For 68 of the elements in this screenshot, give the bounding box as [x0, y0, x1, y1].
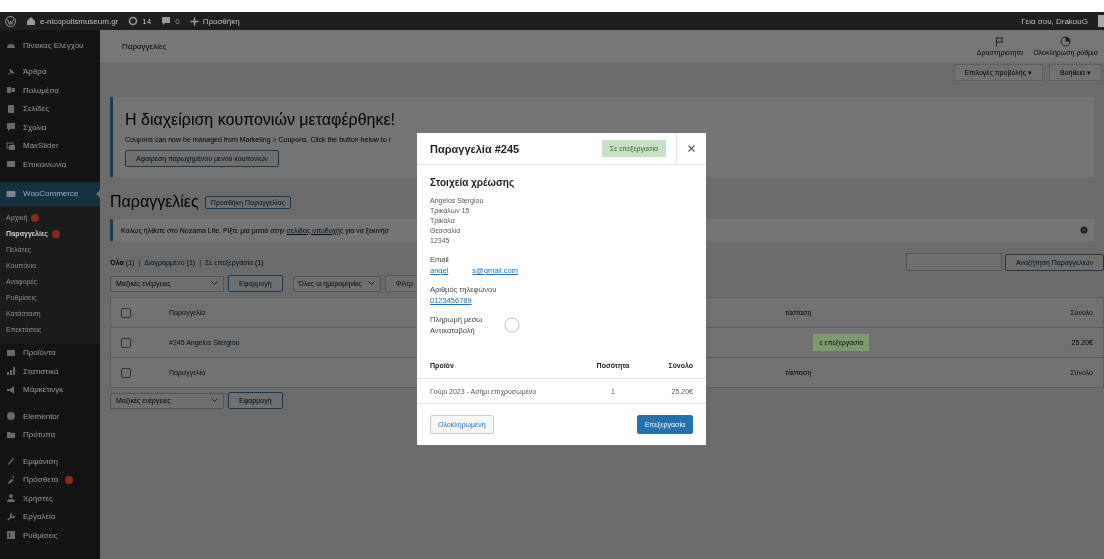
notification-badge: [51, 229, 60, 238]
media-icon: [6, 85, 16, 96]
speech-bubble-icon: [6, 122, 16, 133]
bubble-icon: [6, 188, 16, 199]
sidebar-item[interactable]: Σχόλια: [0, 118, 100, 137]
sidebar-item[interactable]: Πρότυπα: [0, 425, 100, 444]
close-icon: [688, 145, 695, 152]
circle-icon: [504, 317, 521, 333]
plus-icon: [189, 16, 199, 26]
box-icon: [6, 347, 16, 358]
sidebar-item[interactable]: Πίνακας Ελέγχου: [0, 36, 100, 55]
folder-icon: [6, 429, 16, 440]
notification-badge: [65, 475, 74, 484]
user-greeting[interactable]: Γεια σου, DrakouG: [1021, 16, 1088, 26]
site-link[interactable]: e-nicopolismuseum.gr: [26, 16, 119, 26]
updates-count: 14: [142, 16, 152, 26]
notice-heading: Η διαχείριση κουπονιών μεταφέρθηκε!: [125, 111, 395, 129]
sidebar-item[interactable]: Μάρκετινγκ: [0, 380, 100, 399]
sidebar-item[interactable]: Χρήστες: [0, 489, 100, 508]
new-label: Προσθήκη: [202, 16, 240, 26]
sidebar-item[interactable]: Εργαλεία: [0, 507, 100, 526]
site-name: e-nicopolismuseum.gr: [40, 16, 119, 26]
circle-icon: [6, 411, 16, 422]
comments-link[interactable]: 0: [161, 16, 180, 26]
slides-icon: [6, 140, 16, 151]
row-checkbox[interactable]: [121, 307, 131, 318]
new-content-link[interactable]: Προσθήκη: [189, 16, 240, 26]
refresh-icon: [128, 16, 139, 26]
comments-count: 0: [175, 16, 180, 26]
avatar-icon: [1098, 15, 1104, 27]
sidebar-item[interactable]: Πολυμέσα: [0, 81, 100, 100]
chevron-down-icon: [211, 281, 218, 286]
sidebar-item[interactable]: Σελίδες: [0, 99, 100, 118]
chevron-down-icon: [211, 398, 218, 403]
dismiss-icon: [1080, 226, 1088, 234]
plug-icon: [6, 474, 16, 485]
section-heading: Στοιχεία χρέωσης: [430, 177, 516, 188]
flag-icon: [994, 36, 1005, 47]
row-checkbox[interactable]: [121, 367, 131, 378]
updates-link[interactable]: 14: [128, 16, 152, 26]
sidebar-item[interactable]: Εμφάνιση: [0, 452, 100, 471]
page-title: Παραγγελίες: [110, 193, 199, 211]
home-icon: [26, 16, 36, 26]
bar-chart-icon: [6, 366, 16, 377]
page-icon: [6, 103, 16, 114]
chevron-down-icon: [367, 281, 375, 286]
header-title: Παραγγελίες: [122, 41, 167, 51]
dialog-title: Παραγγελία #245: [430, 142, 520, 155]
pin-icon: [6, 66, 16, 77]
user-icon: [6, 493, 16, 504]
search-field[interactable]: [905, 253, 1002, 271]
sidebar-item[interactable]: Πρόσθετα: [0, 470, 100, 489]
sidebar-item[interactable]: Ρυθμίσεις: [0, 526, 100, 545]
sliders-icon: [6, 530, 16, 541]
sidebar-item[interactable]: MaxSlider: [0, 136, 100, 155]
notification-badge: [31, 213, 40, 222]
sidebar-item[interactable]: Άρθρα: [0, 62, 100, 81]
wordpress-logo-icon: [5, 15, 16, 27]
sidebar-item[interactable]: Επικοινωνία: [0, 155, 100, 174]
progress-circle-icon: [1060, 36, 1072, 47]
wrench-icon: [6, 511, 16, 522]
speech-bubble-icon: [161, 16, 172, 26]
sidebar-item[interactable]: Προϊόντα: [0, 343, 100, 362]
sidebar-item[interactable]: Elementor: [0, 407, 100, 426]
sidebar-item[interactable]: Στατιστικά: [0, 362, 100, 381]
sidebar-item[interactable]: WooCommerce: [0, 181, 100, 206]
row-checkbox[interactable]: [121, 337, 131, 348]
megaphone-icon: [6, 384, 16, 395]
